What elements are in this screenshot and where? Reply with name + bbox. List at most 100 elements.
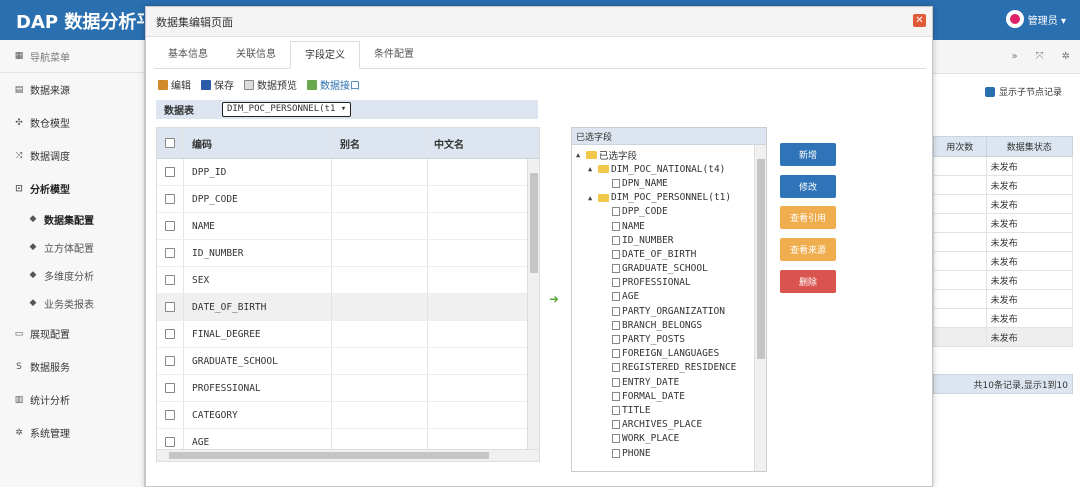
table-row[interactable]: FINAL_DEGREE bbox=[157, 321, 539, 348]
tree-node-field[interactable]: FOREIGN_LANGUAGES bbox=[572, 347, 766, 361]
row-checkbox[interactable] bbox=[165, 383, 175, 393]
row-checkbox[interactable] bbox=[165, 437, 175, 447]
table-row[interactable]: 未发布 bbox=[933, 213, 1074, 233]
sidebar: ▦ 导航菜单 ▤ 数据来源 ✣ 数仓模型 ⤨ 数据调度 ⊡ 分析模型 ◆ 数据集配置 ◆ 立方… bbox=[0, 40, 145, 487]
field-grid: 编码 别名 中文名 DPP_ID DPP_CODE NAME ID_NUMBER… bbox=[156, 127, 540, 462]
table-row[interactable]: SEX bbox=[157, 267, 539, 294]
table-row[interactable]: 未发布 bbox=[933, 308, 1074, 328]
expand-triangle-icon[interactable]: ▲ bbox=[576, 151, 584, 159]
sidebar-item-scheduling[interactable]: ⤨ 数据调度 bbox=[0, 139, 144, 172]
tree-node-field[interactable]: PROFESSIONAL bbox=[572, 276, 766, 290]
expand-triangle-icon[interactable]: ▲ bbox=[588, 194, 596, 202]
sidebar-item-data-service[interactable]: S 数据服务 bbox=[0, 350, 144, 383]
tab-condition-config[interactable]: 条件配置 bbox=[360, 41, 428, 69]
tree-node-field[interactable]: REGISTERED_RESIDENCE bbox=[572, 361, 766, 375]
tree-node-field[interactable]: ARCHIVES_PLACE bbox=[572, 418, 766, 432]
table-row[interactable]: CATEGORY bbox=[157, 402, 539, 429]
sidebar-item-analysis-model[interactable]: ⊡ 分析模型 bbox=[0, 172, 144, 205]
tree-node-field[interactable]: FORMAL_DATE bbox=[572, 389, 766, 403]
tree-node-field[interactable]: DPN_NAME bbox=[572, 176, 766, 190]
delete-button[interactable]: 删除 bbox=[780, 270, 836, 293]
sidebar-item-dataset-config[interactable]: ◆ 数据集配置 bbox=[0, 205, 144, 233]
edit-field-button[interactable]: 修改 bbox=[780, 175, 836, 198]
tree-node-field[interactable]: ENTRY_DATE bbox=[572, 375, 766, 389]
tree-title: 已选字段 bbox=[572, 128, 766, 145]
sidebar-item-multidim-analysis[interactable]: ◆ 多维度分析 bbox=[0, 261, 144, 289]
row-checkbox[interactable] bbox=[165, 221, 175, 231]
show-children-checkbox[interactable]: 显示子节点记录 bbox=[985, 85, 1062, 98]
tree-node-group[interactable]: ▲ DIM_POC_PERSONNEL(t1) bbox=[572, 191, 766, 205]
row-checkbox[interactable] bbox=[165, 194, 175, 204]
close-icon[interactable]: ✕ bbox=[913, 14, 926, 27]
chart-icon: ▥ bbox=[14, 394, 24, 405]
sidebar-item-warehouse-model[interactable]: ✣ 数仓模型 bbox=[0, 106, 144, 139]
table-row[interactable]: NAME bbox=[157, 213, 539, 240]
row-checkbox[interactable] bbox=[165, 329, 175, 339]
tab-basic-info[interactable]: 基本信息 bbox=[154, 41, 222, 69]
table-row[interactable]: 未发布 bbox=[933, 156, 1074, 176]
tree-node-field[interactable]: AGE bbox=[572, 290, 766, 304]
tree-node-field[interactable]: GRADUATE_SCHOOL bbox=[572, 262, 766, 276]
select-all-checkbox[interactable] bbox=[165, 138, 175, 148]
row-checkbox[interactable] bbox=[165, 356, 175, 366]
table-row[interactable]: GRADUATE_SCHOOL bbox=[157, 348, 539, 375]
table-row[interactable]: ID_NUMBER bbox=[157, 240, 539, 267]
save-button[interactable]: 保存 bbox=[201, 77, 234, 92]
expand-icon[interactable]: ⤧ bbox=[1036, 51, 1044, 62]
tree-node-field[interactable]: PHONE bbox=[572, 446, 766, 460]
row-checkbox[interactable] bbox=[165, 275, 175, 285]
sidebar-item-business-report[interactable]: ◆ 业务类报表 bbox=[0, 289, 144, 317]
location-pin-icon bbox=[1005, 10, 1024, 28]
grid-vertical-scrollbar[interactable] bbox=[527, 159, 539, 449]
tree-node-field[interactable]: DATE_OF_BIRTH bbox=[572, 247, 766, 261]
view-source-button[interactable]: 查看来源 bbox=[780, 238, 836, 261]
grid-horizontal-scrollbar[interactable] bbox=[157, 449, 539, 461]
sidebar-item-cube-config[interactable]: ◆ 立方体配置 bbox=[0, 233, 144, 261]
tree-node-field[interactable]: ID_NUMBER bbox=[572, 233, 766, 247]
tree-vertical-scrollbar[interactable] bbox=[754, 145, 766, 471]
sidebar-item-display-config[interactable]: ▭ 展现配置 bbox=[0, 317, 144, 350]
table-row[interactable]: DPP_CODE bbox=[157, 186, 539, 213]
tab-field-definition[interactable]: 字段定义 bbox=[290, 41, 360, 69]
table-row[interactable]: 未发布 bbox=[933, 251, 1074, 271]
gear-icon[interactable]: ✲ bbox=[1062, 51, 1070, 62]
table-row[interactable]: PROFESSIONAL bbox=[157, 375, 539, 402]
tab-relation-info[interactable]: 关联信息 bbox=[222, 41, 290, 69]
data-preview-button[interactable]: 数据预览 bbox=[244, 77, 297, 92]
sidebar-item-statistics[interactable]: ▥ 统计分析 bbox=[0, 383, 144, 416]
expand-triangle-icon[interactable]: ▲ bbox=[588, 165, 596, 173]
table-row[interactable]: DATE_OF_BIRTH bbox=[157, 294, 539, 321]
table-row[interactable]: 未发布 bbox=[933, 232, 1074, 252]
table-row[interactable]: 未发布 bbox=[933, 327, 1074, 347]
row-checkbox[interactable] bbox=[165, 302, 175, 312]
tree-node-field[interactable]: BRANCH_BELONGS bbox=[572, 318, 766, 332]
file-icon bbox=[612, 207, 620, 217]
tree-node-field[interactable]: NAME bbox=[572, 219, 766, 233]
tree-node-field[interactable]: PARTY_ORGANIZATION bbox=[572, 304, 766, 318]
tree-node-group[interactable]: ▲ DIM_POC_NATIONAL(t4) bbox=[572, 162, 766, 176]
new-button[interactable]: 新增 bbox=[780, 143, 836, 166]
sidebar-item-system[interactable]: ✲ 系统管理 bbox=[0, 416, 144, 449]
tree-node-field[interactable]: DPP_CODE bbox=[572, 205, 766, 219]
datatable-select[interactable]: DIM_POC_PERSONNEL(t1 ▾ bbox=[222, 102, 352, 117]
table-row[interactable]: 未发布 bbox=[933, 270, 1074, 290]
table-row[interactable]: 未发布 bbox=[933, 289, 1074, 309]
tree-node-root[interactable]: ▲ 已选字段 bbox=[572, 148, 766, 162]
edit-button[interactable]: 编辑 bbox=[158, 77, 191, 92]
data-interface-button[interactable]: 数据接口 bbox=[307, 77, 360, 92]
tree-node-field[interactable]: TITLE bbox=[572, 403, 766, 417]
arrow-right-icon[interactable]: ➜ bbox=[549, 292, 559, 306]
user-menu[interactable]: 管理员 ▾ bbox=[1005, 10, 1066, 28]
view-reference-button[interactable]: 查看引用 bbox=[780, 206, 836, 229]
row-checkbox[interactable] bbox=[165, 410, 175, 420]
table-row[interactable]: 未发布 bbox=[933, 194, 1074, 214]
tree-node-field[interactable]: PARTY_POSTS bbox=[572, 332, 766, 346]
row-checkbox[interactable] bbox=[165, 248, 175, 258]
sidebar-item-data-source[interactable]: ▤ 数据来源 bbox=[0, 73, 144, 106]
row-checkbox[interactable] bbox=[165, 167, 175, 177]
tree-node-field[interactable]: WORK_PLACE bbox=[572, 432, 766, 446]
forward-icon[interactable]: » bbox=[1011, 51, 1017, 62]
table-row[interactable]: 未发布 bbox=[933, 175, 1074, 195]
table-row[interactable]: DPP_ID bbox=[157, 159, 539, 186]
sidebar-item-label: 展现配置 bbox=[30, 330, 70, 341]
